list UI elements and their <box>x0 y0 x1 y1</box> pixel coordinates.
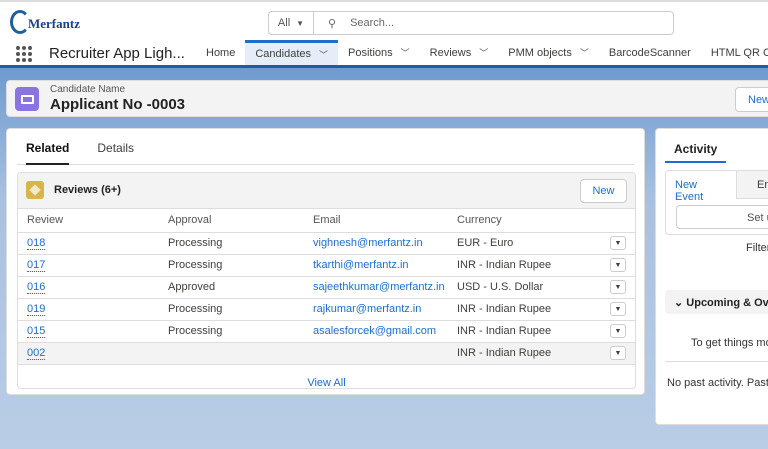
caret-down-icon: ▼ <box>296 18 305 28</box>
currency-cell: INR - Indian Rupee <box>448 342 601 365</box>
search-icon: ⚲ <box>328 17 337 30</box>
upcoming-overdue-section[interactable]: ⌄ Upcoming & Ove <box>665 290 768 314</box>
row-actions-dropdown-icon[interactable]: ▼ <box>610 258 626 273</box>
global-header: Merfantz All ▼ ⚲ Search... <box>0 0 768 40</box>
approval-cell: Processing <box>159 254 304 277</box>
tab-activity[interactable]: Activity <box>665 135 726 163</box>
new-record-button[interactable]: New <box>735 87 768 112</box>
review-link[interactable]: 018 <box>27 237 46 250</box>
nav-tab-html-qr-code-sc[interactable]: HTML QR Code Sc <box>701 40 768 65</box>
nav-tab-home[interactable]: Home <box>196 40 245 65</box>
row-actions-dropdown-icon[interactable]: ▼ <box>610 324 626 339</box>
filters-link[interactable]: Filter <box>746 242 768 254</box>
email-link[interactable]: rajkumar@merfantz.in <box>313 303 421 315</box>
chevron-down-icon[interactable]: ﹀ <box>319 48 328 61</box>
record-name: Applicant No -0003 <box>50 96 186 113</box>
chevron-down-icon[interactable]: ﹀ <box>479 46 488 59</box>
app-name: Recruiter App Ligh... <box>49 45 185 62</box>
row-actions-dropdown-icon[interactable]: ▼ <box>610 346 626 361</box>
related-card: Related Details Reviews (6+) New Review … <box>6 128 645 395</box>
approval-cell: Approved <box>159 276 304 299</box>
record-header: Candidate Name Applicant No -0003 New <box>6 80 768 117</box>
review-link[interactable]: 002 <box>27 347 46 360</box>
row-actions-dropdown-icon[interactable]: ▼ <box>610 236 626 251</box>
nav-tab-reviews[interactable]: Reviews ﹀ <box>420 40 499 65</box>
global-search[interactable]: All ▼ ⚲ Search... <box>268 11 674 35</box>
column-header-approval: Approval <box>159 209 304 233</box>
table-row: 017 Processing tkarthi@merfantz.in INR - In… <box>18 254 635 277</box>
app-launcher-icon[interactable] <box>16 46 32 62</box>
row-actions-dropdown-icon[interactable]: ▼ <box>610 280 626 295</box>
setup-event-input[interactable]: Set u <box>676 205 768 229</box>
reviews-related-list: Reviews (6+) New Review Approval Email C… <box>17 172 636 389</box>
candidate-desktop-icon <box>15 87 39 111</box>
nav-tab-candidates[interactable]: Candidates ﹀ <box>245 40 339 65</box>
reviews-title[interactable]: Reviews (6+) <box>54 184 121 196</box>
record-object-label: Candidate Name <box>50 84 126 95</box>
table-row: 016 Approved sajeethkumar@merfantz.in USD -… <box>18 276 635 299</box>
table-row: 002 INR - Indian Rupee ▼ <box>18 342 635 365</box>
email-link[interactable]: asalesforcek@gmail.com <box>313 325 436 337</box>
chevron-down-icon: ⌄ <box>674 297 687 309</box>
new-review-button[interactable]: New <box>580 179 627 203</box>
reviews-icon <box>26 181 44 199</box>
column-header-currency: Currency <box>448 209 601 233</box>
tab-related[interactable]: Related <box>26 141 70 165</box>
table-row: 015 Processing asalesforcek@gmail.com INR -… <box>18 320 635 343</box>
table-row: 019 Processing rajkumar@merfantz.in INR - I… <box>18 298 635 321</box>
app-nav-bar: Recruiter App Ligh... Home Candidates ﹀ Pos… <box>0 40 768 68</box>
review-link[interactable]: 017 <box>27 259 46 272</box>
approval-cell: Processing <box>159 232 304 255</box>
row-actions-dropdown-icon[interactable]: ▼ <box>610 302 626 317</box>
empty-upcoming-text: To get things mov <box>691 337 768 349</box>
search-input[interactable]: Search... <box>350 17 394 29</box>
approval-cell <box>159 342 304 365</box>
column-header-review: Review <box>18 209 159 233</box>
activity-card: Activity New Event En Set u Filter ⌄ Upc… <box>655 128 768 425</box>
approval-cell: Processing <box>159 320 304 343</box>
nav-tab-positions[interactable]: Positions ﹀ <box>338 40 420 65</box>
tab-new-event[interactable]: New Event <box>666 171 736 203</box>
table-row: 018 Processing vighnesh@merfantz.in EUR - E… <box>18 232 635 255</box>
chevron-down-icon[interactable]: ﹀ <box>580 46 589 59</box>
search-scope-select[interactable]: All ▼ <box>269 12 314 34</box>
tab-details[interactable]: Details <box>97 141 134 165</box>
column-header-email: Email <box>304 209 448 233</box>
email-link[interactable]: vighnesh@merfantz.in <box>313 237 423 249</box>
currency-cell: USD - U.S. Dollar <box>448 276 601 299</box>
email-link[interactable]: tkarthi@merfantz.in <box>313 259 409 271</box>
tab-email[interactable]: En <box>736 171 768 199</box>
review-link[interactable]: 016 <box>27 281 46 294</box>
email-link[interactable]: sajeethkumar@merfantz.in <box>313 281 445 293</box>
merfantz-logo[interactable]: Merfantz <box>10 10 84 38</box>
chevron-down-icon[interactable]: ﹀ <box>401 46 410 59</box>
review-link[interactable]: 019 <box>27 303 46 316</box>
currency-cell: EUR - Euro <box>448 232 601 255</box>
currency-cell: INR - Indian Rupee <box>448 320 601 343</box>
nav-tab-pmm-objects[interactable]: PMM objects ﹀ <box>498 40 599 65</box>
approval-cell: Processing <box>159 298 304 321</box>
no-past-activity-text: No past activity. Past m <box>667 377 768 389</box>
view-all-link[interactable]: View All <box>18 365 635 389</box>
currency-cell: INR - Indian Rupee <box>448 254 601 277</box>
currency-cell: INR - Indian Rupee <box>448 298 601 321</box>
nav-tab-barcodescanner[interactable]: BarcodeScanner <box>599 40 701 65</box>
review-link[interactable]: 015 <box>27 325 46 338</box>
